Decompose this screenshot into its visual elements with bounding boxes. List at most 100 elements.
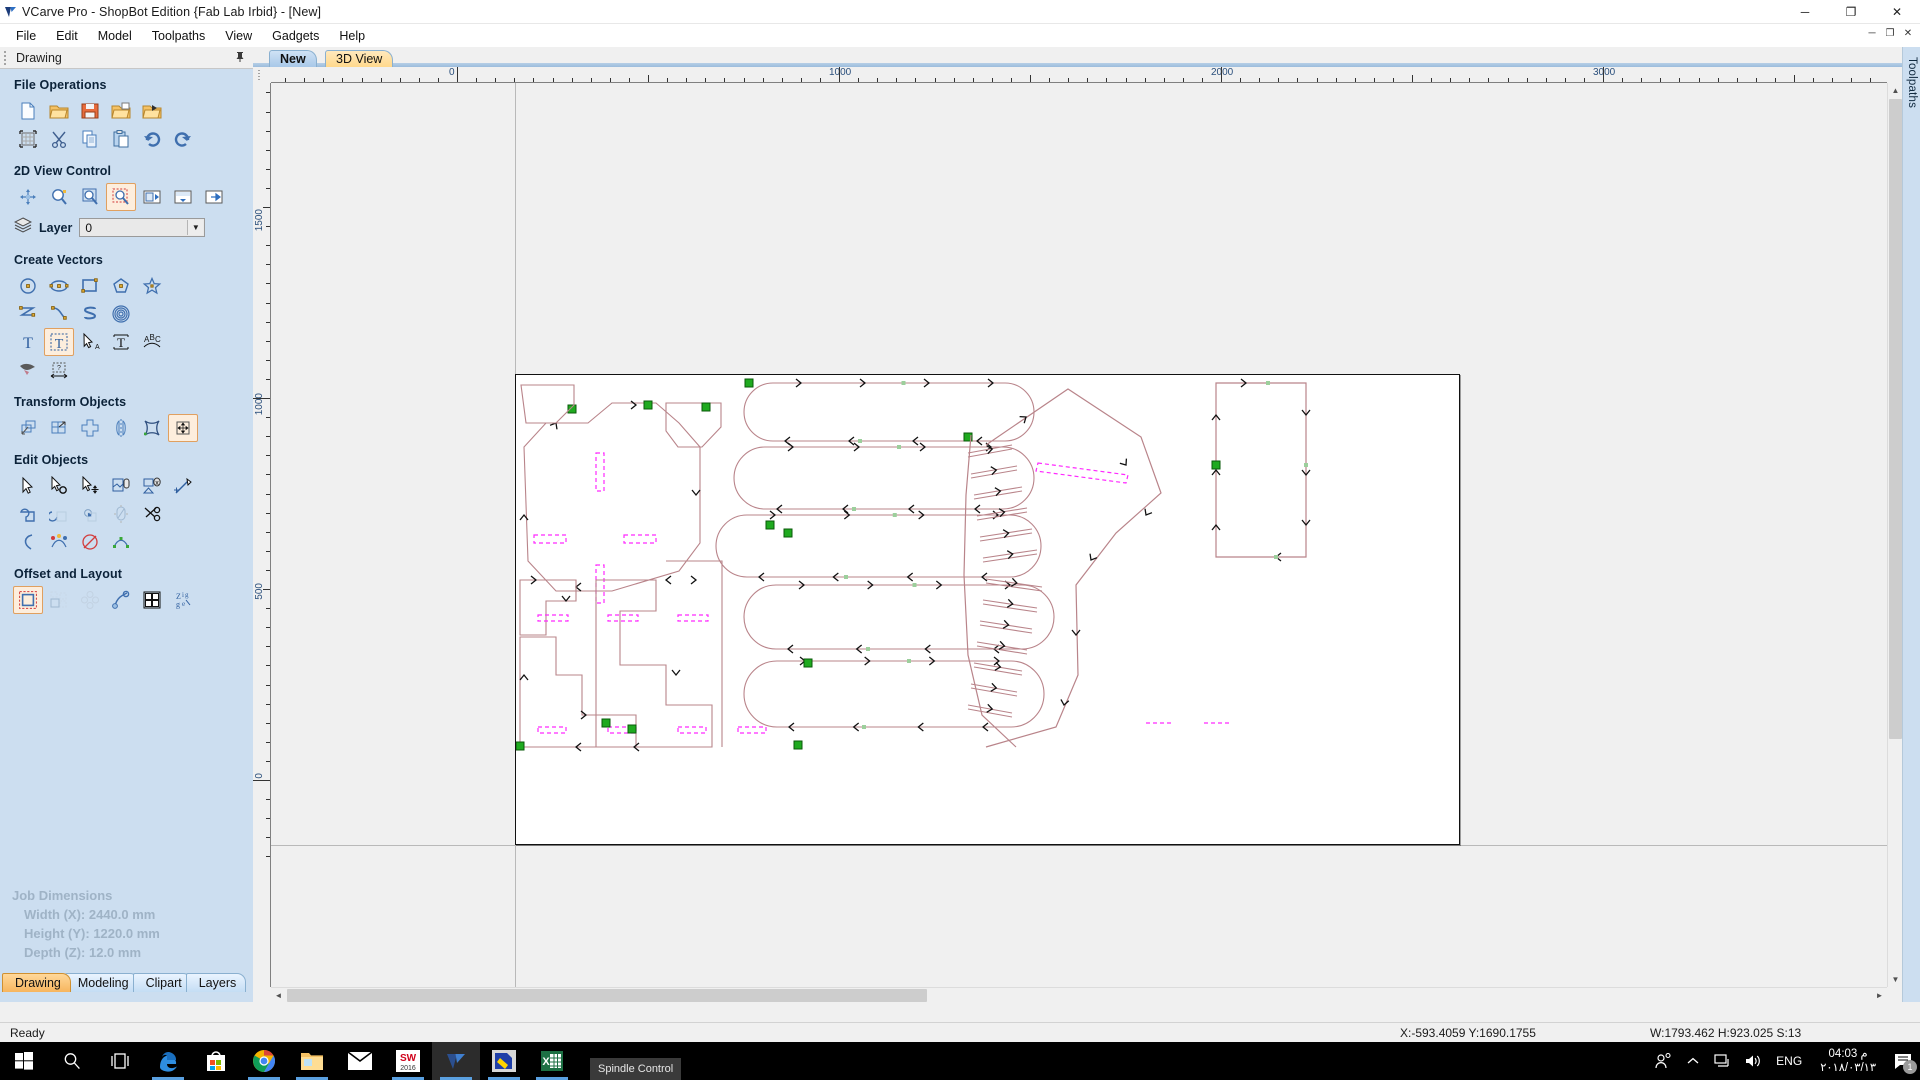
fit-curve-icon[interactable]	[106, 528, 136, 556]
toolpath-segment[interactable]	[743, 382, 1035, 442]
trace-bitmap-icon[interactable]	[13, 356, 43, 384]
toolpath-start-marker[interactable]	[627, 724, 637, 734]
pocket-vector[interactable]	[737, 726, 767, 734]
join-vectors-icon[interactable]	[106, 472, 136, 500]
toolpath-segment[interactable]	[519, 579, 577, 636]
chrome-button[interactable]	[240, 1042, 288, 1080]
node-tools-icon[interactable]	[44, 472, 74, 500]
menu-file[interactable]: File	[6, 26, 46, 46]
create-text-icon[interactable]: T	[13, 328, 43, 356]
menu-model[interactable]: Model	[88, 26, 142, 46]
nest-parts-icon[interactable]: Zigge	[168, 586, 198, 614]
pocket-vector[interactable]	[623, 534, 657, 544]
pan-view-icon[interactable]	[13, 183, 43, 211]
offset-vectors-icon[interactable]	[13, 586, 43, 614]
zoom-box-icon[interactable]	[106, 183, 136, 211]
toolpath-segment[interactable]	[666, 560, 723, 747]
scroll-up-button[interactable]: ▲	[1888, 83, 1903, 98]
draw-polygon-icon[interactable]	[106, 272, 136, 300]
toolpath-start-marker[interactable]	[515, 741, 525, 751]
block-copy-icon[interactable]	[137, 586, 167, 614]
text-on-arc-icon[interactable]: ABC	[137, 328, 167, 356]
horizontal-ruler[interactable]: 0 1000 2000 3000	[271, 67, 1887, 83]
draw-serpentine-icon[interactable]	[75, 300, 105, 328]
toolpath-start-marker[interactable]	[601, 718, 611, 728]
close-vector-icon[interactable]: x	[137, 472, 167, 500]
pocket-vector[interactable]	[595, 564, 605, 604]
draw-polyline-icon[interactable]	[13, 300, 43, 328]
distort-objects-icon[interactable]	[137, 414, 167, 442]
toolpath-start-marker[interactable]	[1211, 460, 1221, 470]
toolpath-segment[interactable]	[963, 434, 1017, 748]
clock[interactable]: 04:03 م ٢٠١٨/٠٣/١٣	[1810, 1047, 1886, 1075]
fillet-icon[interactable]	[106, 500, 136, 528]
pin-icon[interactable]	[235, 51, 245, 66]
rotate-objects-icon[interactable]	[75, 414, 105, 442]
dimension-icon[interactable]: ?	[44, 356, 74, 384]
toolpath-segment[interactable]	[520, 384, 575, 424]
menu-help[interactable]: Help	[329, 26, 375, 46]
toolpath-start-marker[interactable]	[765, 520, 775, 530]
trim-vectors-icon[interactable]	[137, 500, 167, 528]
toolpath-segment[interactable]	[523, 402, 701, 592]
tab-new[interactable]: New	[269, 50, 317, 67]
toolpath-vectors[interactable]	[515, 375, 1461, 846]
horizontal-scrollbar[interactable]: ◄ ►	[271, 987, 1887, 1003]
node-edit-icon[interactable]	[13, 472, 43, 500]
move-nodes-icon[interactable]	[75, 472, 105, 500]
save-file-icon[interactable]	[75, 97, 105, 125]
draw-ellipse-icon[interactable]	[44, 272, 74, 300]
pocket-vector[interactable]	[607, 614, 639, 622]
volume-icon[interactable]	[1738, 1042, 1768, 1080]
tab-drawing[interactable]: Drawing	[2, 973, 71, 992]
explorer-button[interactable]	[288, 1042, 336, 1080]
undo-icon[interactable]	[137, 125, 167, 153]
scroll-left-button[interactable]: ◄	[271, 988, 286, 1003]
curve-fit-icon[interactable]	[13, 528, 43, 556]
nest-icon[interactable]	[44, 528, 74, 556]
vertical-scroll-thumb[interactable]	[1889, 99, 1902, 739]
tab-modeling[interactable]: Modeling	[64, 973, 139, 992]
pocket-vector[interactable]	[537, 726, 567, 734]
copy-along-curve-icon[interactable]	[106, 586, 136, 614]
align-objects-icon[interactable]	[168, 414, 198, 442]
task-view-button[interactable]	[96, 1042, 144, 1080]
language-indicator[interactable]: ENG	[1768, 1054, 1810, 1068]
draw-rectangle-icon[interactable]	[75, 272, 105, 300]
zoom-interactive-icon[interactable]	[44, 183, 74, 211]
edge-button[interactable]	[144, 1042, 192, 1080]
toolpath-segment[interactable]	[743, 584, 1055, 650]
network-icon[interactable]	[1708, 1042, 1738, 1080]
job-setup-icon[interactable]	[13, 125, 43, 153]
mirror-objects-icon[interactable]	[106, 414, 136, 442]
subtract-vectors-icon[interactable]	[44, 500, 74, 528]
minimize-button[interactable]: ─	[1782, 0, 1828, 24]
toolpath-start-marker[interactable]	[567, 404, 577, 414]
pocket-vector[interactable]	[537, 614, 569, 622]
menu-view[interactable]: View	[215, 26, 262, 46]
scale-objects-icon[interactable]	[44, 414, 74, 442]
toolpath-segment[interactable]	[970, 469, 1018, 479]
layer-select[interactable]: 0 ▼	[79, 218, 206, 237]
mdi-close-button[interactable]: ✕	[1900, 26, 1916, 42]
array-copy-icon[interactable]	[44, 586, 74, 614]
toolpath-start-marker[interactable]	[803, 658, 813, 668]
people-icon[interactable]	[1648, 1042, 1678, 1080]
new-file-icon[interactable]	[13, 97, 43, 125]
chevron-up-icon[interactable]	[1678, 1042, 1708, 1080]
panel-grip-icon[interactable]	[3, 50, 7, 66]
copy-icon[interactable]	[75, 125, 105, 153]
toolpath-start-marker[interactable]	[793, 740, 803, 750]
toolpath-segment[interactable]	[733, 446, 1035, 510]
ruler-corner[interactable]	[253, 67, 271, 83]
maximize-button[interactable]: ❐	[1828, 0, 1874, 24]
tab-clipart[interactable]: Clipart	[132, 973, 192, 992]
excel-button[interactable]: X	[528, 1042, 576, 1080]
zoom-page-icon[interactable]	[168, 183, 198, 211]
tab-3d-view[interactable]: 3D View	[325, 50, 394, 67]
toggle-2d3d-icon[interactable]	[199, 183, 229, 211]
scroll-down-button[interactable]: ▼	[1888, 972, 1903, 987]
vertical-ruler[interactable]: 1500 1000 500 0	[253, 83, 271, 987]
mail-button[interactable]	[336, 1042, 384, 1080]
zoom-extents-icon[interactable]	[75, 183, 105, 211]
